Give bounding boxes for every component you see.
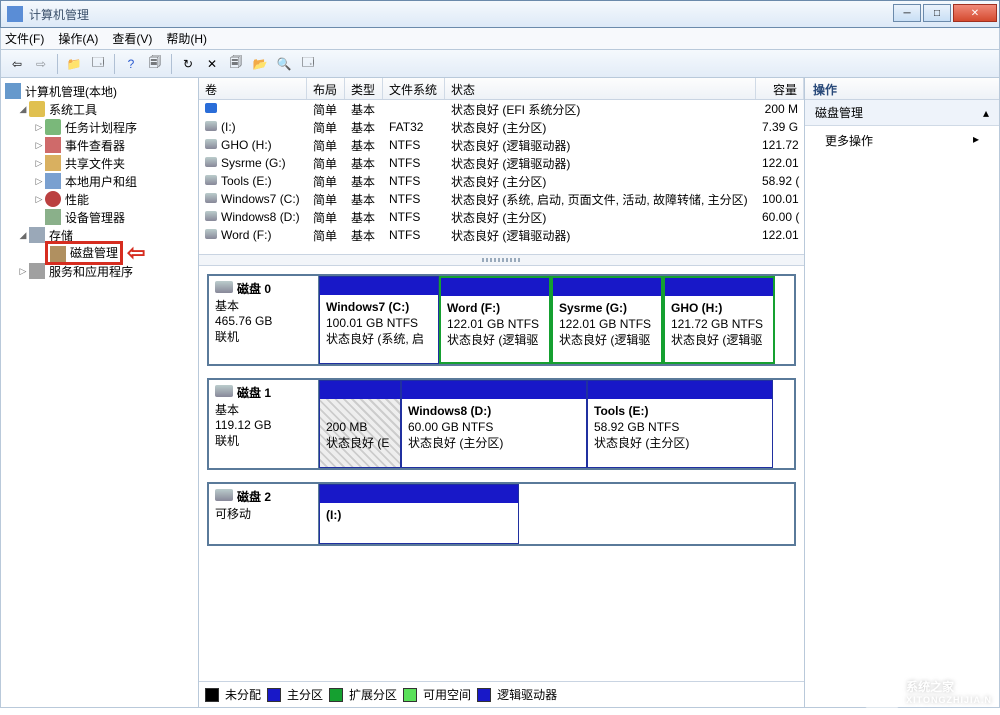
delete-icon[interactable]: ✕: [202, 54, 222, 74]
titlebar: 计算机管理 ─ □ ✕: [0, 0, 1000, 28]
back-button[interactable]: ⇦: [7, 54, 27, 74]
tree-share[interactable]: ▷共享文件夹: [3, 154, 196, 172]
table-row[interactable]: Tools (E:)简单基本NTFS状态良好 (主分区)58.92 (: [199, 172, 804, 190]
pane-splitter[interactable]: [199, 254, 804, 266]
volume-list-header: 卷 布局 类型 文件系统 状态 容量: [199, 78, 804, 100]
actions-more[interactable]: 更多操作▸: [805, 126, 999, 155]
window-title: 计算机管理: [29, 6, 891, 23]
tree-systools[interactable]: ◢系统工具: [3, 100, 196, 118]
disk-layout-view[interactable]: 磁盘 0基本465.76 GB联机Windows7 (C:)100.01 GB …: [199, 266, 804, 681]
table-row[interactable]: GHO (H:)简单基本NTFS状态良好 (逻辑驱动器)121.72: [199, 136, 804, 154]
tree-root[interactable]: 计算机管理(本地): [3, 82, 196, 100]
partition[interactable]: Tools (E:)58.92 GB NTFS状态良好 (主分区): [587, 380, 773, 468]
search-icon[interactable]: 🔍: [274, 54, 294, 74]
partition[interactable]: Windows7 (C:)100.01 GB NTFS状态良好 (系统, 启: [319, 276, 439, 364]
col-volume[interactable]: 卷: [199, 78, 307, 99]
partition[interactable]: Word (F:)122.01 GB NTFS状态良好 (逻辑驱: [439, 276, 551, 364]
watermark: 系统之家 XITONGZHIJIA.N: [864, 673, 992, 709]
tree-event[interactable]: ▷事件查看器: [3, 136, 196, 154]
col-type[interactable]: 类型: [345, 78, 383, 99]
actions-header: 操作: [805, 78, 999, 100]
folder-icon[interactable]: 📂: [250, 54, 270, 74]
tree-perf[interactable]: ▷性能: [3, 190, 196, 208]
menu-file[interactable]: 文件(F): [5, 30, 44, 47]
table-row[interactable]: 简单基本状态良好 (EFI 系统分区)200 M: [199, 100, 804, 118]
nav-tree[interactable]: 计算机管理(本地) ◢系统工具 ▷任务计划程序 ▷事件查看器 ▷共享文件夹 ▷本…: [1, 78, 199, 707]
tree-services[interactable]: ▷服务和应用程序: [3, 262, 196, 280]
props-icon[interactable]: 🗔: [88, 54, 108, 74]
menubar: 文件(F) 操作(A) 查看(V) 帮助(H): [0, 28, 1000, 50]
partition[interactable]: (I:): [319, 484, 519, 544]
tree-task[interactable]: ▷任务计划程序: [3, 118, 196, 136]
tree-disk-mgmt[interactable]: ▷ 磁盘管理 ⇦: [3, 244, 196, 262]
menu-view[interactable]: 查看(V): [112, 30, 152, 47]
disk-row[interactable]: 磁盘 2可移动(I:): [207, 482, 796, 546]
list-icon[interactable]: 🗔: [298, 54, 318, 74]
tree-users[interactable]: ▷本地用户和组: [3, 172, 196, 190]
table-row[interactable]: Sysrme (G:)简单基本NTFS状态良好 (逻辑驱动器)122.01: [199, 154, 804, 172]
partition[interactable]: 200 MB状态良好 (E: [319, 380, 401, 468]
actions-pane: 操作 磁盘管理▴ 更多操作▸: [805, 78, 999, 707]
toolbar: ⇦ ⇨ 📁 🗔 ? 🗐 ↻ ✕ 🗐 📂 🔍 🗔: [0, 50, 1000, 78]
tool2-icon[interactable]: 🗐: [226, 54, 246, 74]
table-row[interactable]: (I:)简单基本FAT32状态良好 (主分区)7.39 G: [199, 118, 804, 136]
partition[interactable]: Windows8 (D:)60.00 GB NTFS状态良好 (主分区): [401, 380, 587, 468]
actions-section[interactable]: 磁盘管理▴: [805, 100, 999, 126]
center-pane: 卷 布局 类型 文件系统 状态 容量 简单基本状态良好 (EFI 系统分区)20…: [199, 78, 805, 707]
disk-row[interactable]: 磁盘 1基本119.12 GB联机200 MB状态良好 (EWindows8 (…: [207, 378, 796, 470]
volume-list[interactable]: 简单基本状态良好 (EFI 系统分区)200 M(I:)简单基本FAT32状态良…: [199, 100, 804, 254]
col-fs[interactable]: 文件系统: [383, 78, 445, 99]
collapse-icon[interactable]: ▴: [983, 106, 989, 120]
legend: 未分配 主分区 扩展分区 可用空间 逻辑驱动器: [199, 681, 804, 707]
watermark-icon: [864, 673, 900, 709]
app-icon: [7, 6, 23, 22]
chevron-right-icon: ▸: [973, 132, 979, 149]
minimize-button[interactable]: ─: [893, 4, 921, 22]
refresh-icon[interactable]: ↻: [178, 54, 198, 74]
col-status[interactable]: 状态: [445, 78, 756, 99]
menu-help[interactable]: 帮助(H): [166, 30, 207, 47]
close-button[interactable]: ✕: [953, 4, 997, 22]
up-icon[interactable]: 📁: [64, 54, 84, 74]
col-capacity[interactable]: 容量: [756, 78, 804, 99]
table-row[interactable]: Windows7 (C:)简单基本NTFS状态良好 (系统, 启动, 页面文件,…: [199, 190, 804, 208]
menu-action[interactable]: 操作(A): [58, 30, 98, 47]
tree-device[interactable]: ▷设备管理器: [3, 208, 196, 226]
table-row[interactable]: Windows8 (D:)简单基本NTFS状态良好 (主分区)60.00 (: [199, 208, 804, 226]
table-row[interactable]: Word (F:)简单基本NTFS状态良好 (逻辑驱动器)122.01: [199, 226, 804, 244]
help-icon[interactable]: ?: [121, 54, 141, 74]
maximize-button[interactable]: □: [923, 4, 951, 22]
col-layout[interactable]: 布局: [307, 78, 345, 99]
partition[interactable]: GHO (H:)121.72 GB NTFS状态良好 (逻辑驱: [663, 276, 775, 364]
tool-icon[interactable]: 🗐: [145, 54, 165, 74]
forward-button[interactable]: ⇨: [31, 54, 51, 74]
partition[interactable]: Sysrme (G:)122.01 GB NTFS状态良好 (逻辑驱: [551, 276, 663, 364]
disk-row[interactable]: 磁盘 0基本465.76 GB联机Windows7 (C:)100.01 GB …: [207, 274, 796, 366]
